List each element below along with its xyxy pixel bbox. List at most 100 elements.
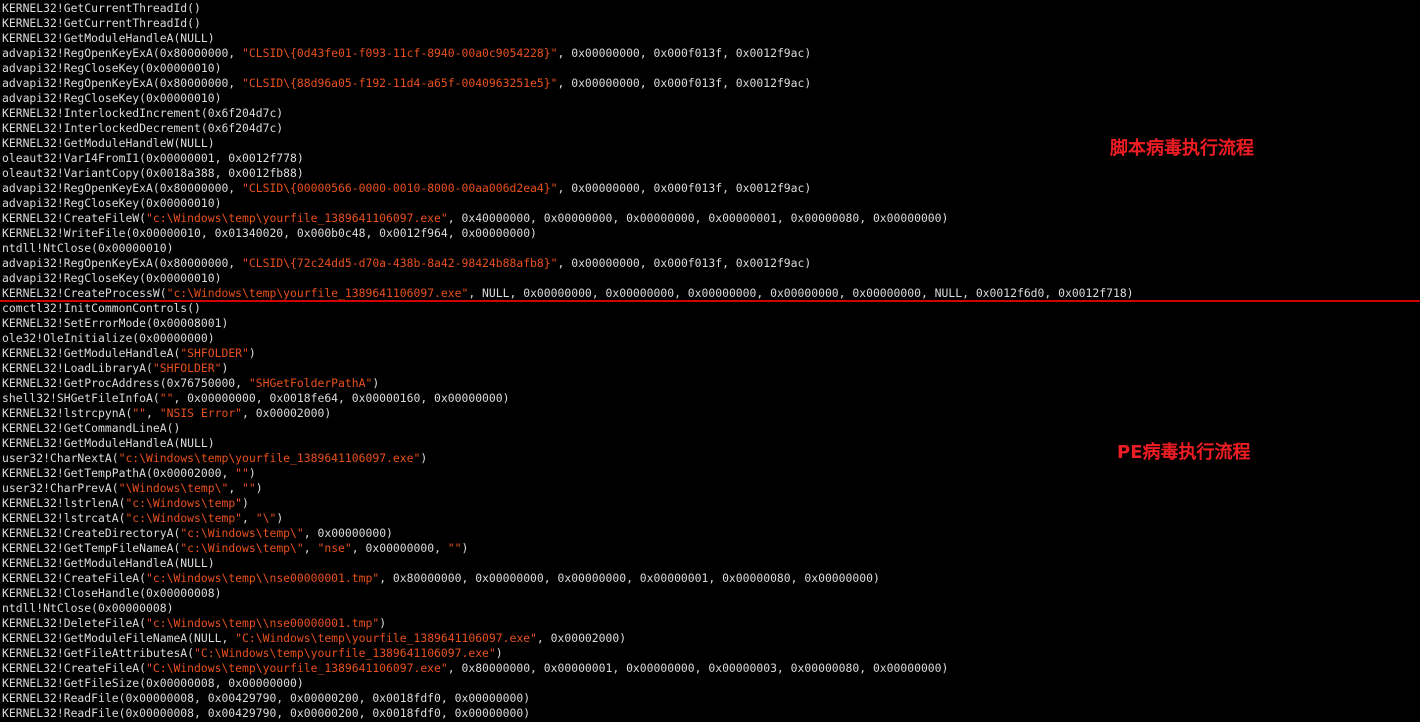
trace-line: user32!CharPrevA("\Windows\temp\", "")	[2, 481, 263, 496]
call-text: )	[242, 496, 249, 510]
string-argument: "c:\Windows\temp\\nse00000001.tmp"	[146, 571, 380, 585]
string-argument: "c:\Windows\temp\\nse00000001.tmp"	[146, 616, 380, 630]
call-text: ole32!OleInitialize(0x00000000)	[2, 331, 215, 345]
call-text: KERNEL32!GetCurrentThreadId()	[2, 16, 201, 30]
string-argument: "CLSID\{72c24dd5-d70a-438b-8a42-98424b88…	[242, 256, 558, 270]
call-text: )	[379, 616, 387, 630]
api-trace-console: KERNEL32!GetCurrentThreadId() KERNEL32!Ge…	[0, 0, 1420, 722]
string-argument: "C:\Windows\temp\yourfile_1389641106097.…	[146, 661, 448, 675]
trace-line: advapi32!RegCloseKey(0x00000010)	[2, 91, 221, 106]
call-text: advapi32!RegOpenKeyExA(0x80000000,	[2, 181, 243, 195]
call-text: KERNEL32!InterlockedDecrement(0x6f204d7c…	[2, 121, 284, 135]
call-text: , 0x00000000, 0x000f013f, 0x0012f9ac)	[557, 181, 812, 195]
string-argument: "c:\Windows\temp"	[125, 511, 243, 525]
call-text: )	[495, 646, 503, 660]
call-text: KERNEL32!WriteFile(0x00000010, 0x0134002…	[2, 226, 537, 240]
string-argument: "\Windows\temp\"	[118, 481, 229, 495]
trace-line: KERNEL32!CreateFileA("C:\Windows\temp\yo…	[2, 661, 948, 676]
call-text: KERNEL32!DeleteFileA(	[2, 616, 147, 630]
call-text: KERNEL32!SetErrorMode(0x00008001)	[2, 316, 229, 330]
trace-line: KERNEL32!GetCommandLineA()	[2, 421, 180, 436]
string-argument: ""	[242, 481, 256, 495]
trace-line: KERNEL32!InterlockedIncrement(0x6f204d7c…	[2, 106, 283, 121]
string-argument: "c:\Windows\temp\yourfile_1389641106097.…	[118, 451, 421, 465]
call-text: , 0x00000000, 0x0018fe64, 0x00000160, 0x…	[173, 391, 510, 405]
call-text: KERNEL32!GetTempPathA(0x00002000,	[2, 466, 236, 480]
call-text: ,	[303, 541, 318, 555]
call-text: KERNEL32!GetModuleHandleA(	[2, 346, 181, 360]
call-text: advapi32!RegCloseKey(0x00000010)	[2, 91, 222, 105]
call-text: shell32!SHGetFileInfoA(	[2, 391, 160, 405]
call-text: KERNEL32!GetModuleHandleA(NULL)	[2, 31, 215, 45]
trace-line: KERNEL32!GetFileAttributesA("C:\Windows\…	[2, 646, 503, 661]
call-text: )	[276, 511, 284, 525]
trace-line: KERNEL32!GetFileSize(0x00000008, 0x00000…	[2, 676, 304, 691]
trace-line: advapi32!RegCloseKey(0x00000010)	[2, 61, 221, 76]
call-text: )	[248, 466, 256, 480]
trace-line: KERNEL32!GetProcAddress(0x76750000, "SHG…	[2, 376, 379, 391]
call-text: )	[372, 376, 380, 390]
string-argument: "c:\Windows\temp\yourfile_1389641106097.…	[166, 286, 469, 300]
pe-virus-flow-label: PE病毒执行流程	[1117, 442, 1251, 463]
trace-line: KERNEL32!CreateFileA("c:\Windows\temp\\n…	[2, 571, 880, 586]
trace-line: advapi32!RegCloseKey(0x00000010)	[2, 271, 221, 286]
call-text: ,	[146, 406, 160, 420]
trace-line: KERNEL32!GetTempPathA(0x00002000, "")	[2, 466, 256, 481]
trace-line: oleaut32!VarI4FromI1(0x00000001, 0x0012f…	[2, 151, 304, 166]
string-argument: "c:\Windows\temp"	[125, 496, 243, 510]
string-argument: "SHGetFolderPathA"	[248, 376, 373, 390]
trace-line: KERNEL32!GetCurrentThreadId()	[2, 1, 201, 16]
call-text: KERNEL32!GetFileSize(0x00000008, 0x00000…	[2, 676, 304, 690]
trace-line: ole32!OleInitialize(0x00000000)	[2, 331, 215, 346]
call-text: KERNEL32!CreateDirectoryA(	[2, 526, 181, 540]
string-argument: "C:\Windows\temp\yourfile_1389641106097.…	[235, 631, 537, 645]
call-text: , 0x00000000, 0x000f013f, 0x0012f9ac)	[557, 46, 812, 60]
call-text: , 0x00000000,	[351, 541, 448, 555]
call-text: KERNEL32!GetCommandLineA()	[2, 421, 181, 435]
call-text: user32!CharPrevA(	[2, 481, 119, 495]
trace-line: oleaut32!VariantCopy(0x0018a388, 0x0012f…	[2, 166, 304, 181]
call-text: ,	[228, 481, 243, 495]
string-argument: "C:\Windows\temp\yourfile_1389641106097.…	[194, 646, 496, 660]
call-text: KERNEL32!CloseHandle(0x00000008)	[2, 586, 222, 600]
string-argument: "c:\Windows\temp\"	[180, 541, 304, 555]
string-argument: "nse"	[317, 541, 352, 555]
trace-line: KERNEL32!lstrcatA("c:\Windows\temp", "\"…	[2, 511, 283, 526]
trace-line: ntdll!NtClose(0x00000010)	[2, 241, 173, 256]
trace-line: KERNEL32!CloseHandle(0x00000008)	[2, 586, 221, 601]
call-text: advapi32!RegOpenKeyExA(0x80000000,	[2, 76, 243, 90]
call-text: KERNEL32!InterlockedIncrement(0x6f204d7c…	[2, 106, 284, 120]
call-text: ,	[242, 511, 256, 525]
call-text: advapi32!RegCloseKey(0x00000010)	[2, 196, 222, 210]
trace-line: KERNEL32!GetModuleHandleW(NULL)	[2, 136, 215, 151]
trace-line: KERNEL32!CreateFileW("c:\Windows\temp\yo…	[2, 211, 948, 226]
string-argument: "c:\Windows\temp\"	[180, 526, 304, 540]
call-text: , 0x00000000)	[303, 526, 393, 540]
call-text: , 0x80000000, 0x00000000, 0x00000000, 0x…	[379, 571, 880, 585]
trace-line: KERNEL32!lstrlenA("c:\Windows\temp")	[2, 496, 249, 511]
trace-line: KERNEL32!InterlockedDecrement(0x6f204d7c…	[2, 121, 283, 136]
string-argument: "NSIS Error"	[159, 406, 243, 420]
trace-line: KERNEL32!GetCurrentThreadId()	[2, 16, 201, 31]
call-text: KERNEL32!GetCurrentThreadId()	[2, 1, 201, 15]
trace-line: KERNEL32!CreateProcessW("c:\Windows\temp…	[2, 286, 1134, 301]
call-text: ntdll!NtClose(0x00000008)	[2, 601, 174, 615]
trace-line: advapi32!RegCloseKey(0x00000010)	[2, 196, 221, 211]
call-text: , 0x00000000, 0x000f013f, 0x0012f9ac)	[557, 76, 812, 90]
trace-line: KERNEL32!GetTempFileNameA("c:\Windows\te…	[2, 541, 468, 556]
call-text: , 0x00002000)	[242, 406, 332, 420]
call-text: ntdll!NtClose(0x00000010)	[2, 241, 174, 255]
call-text: KERNEL32!GetModuleFileNameA(NULL,	[2, 631, 236, 645]
trace-line: advapi32!RegOpenKeyExA(0x80000000, "CLSI…	[2, 76, 811, 91]
call-text: oleaut32!VarI4FromI1(0x00000001, 0x0012f…	[2, 151, 304, 165]
string-argument: "CLSID\{0d43fe01-f093-11cf-8940-00a0c905…	[242, 46, 558, 60]
call-text: , 0x40000000, 0x00000000, 0x00000000, 0x…	[447, 211, 949, 225]
call-text: KERNEL32!lstrlenA(	[2, 496, 126, 510]
call-text: )	[461, 541, 469, 555]
trace-line: KERNEL32!GetModuleHandleA(NULL)	[2, 31, 215, 46]
string-argument: "SHFOLDER"	[152, 361, 222, 375]
call-text: KERNEL32!GetProcAddress(0x76750000,	[2, 376, 249, 390]
string-argument: "CLSID\{00000566-0000-0010-8000-00aa006d…	[242, 181, 558, 195]
call-text: )	[221, 361, 229, 375]
call-text: , 0x80000000, 0x00000001, 0x00000000, 0x…	[447, 661, 949, 675]
